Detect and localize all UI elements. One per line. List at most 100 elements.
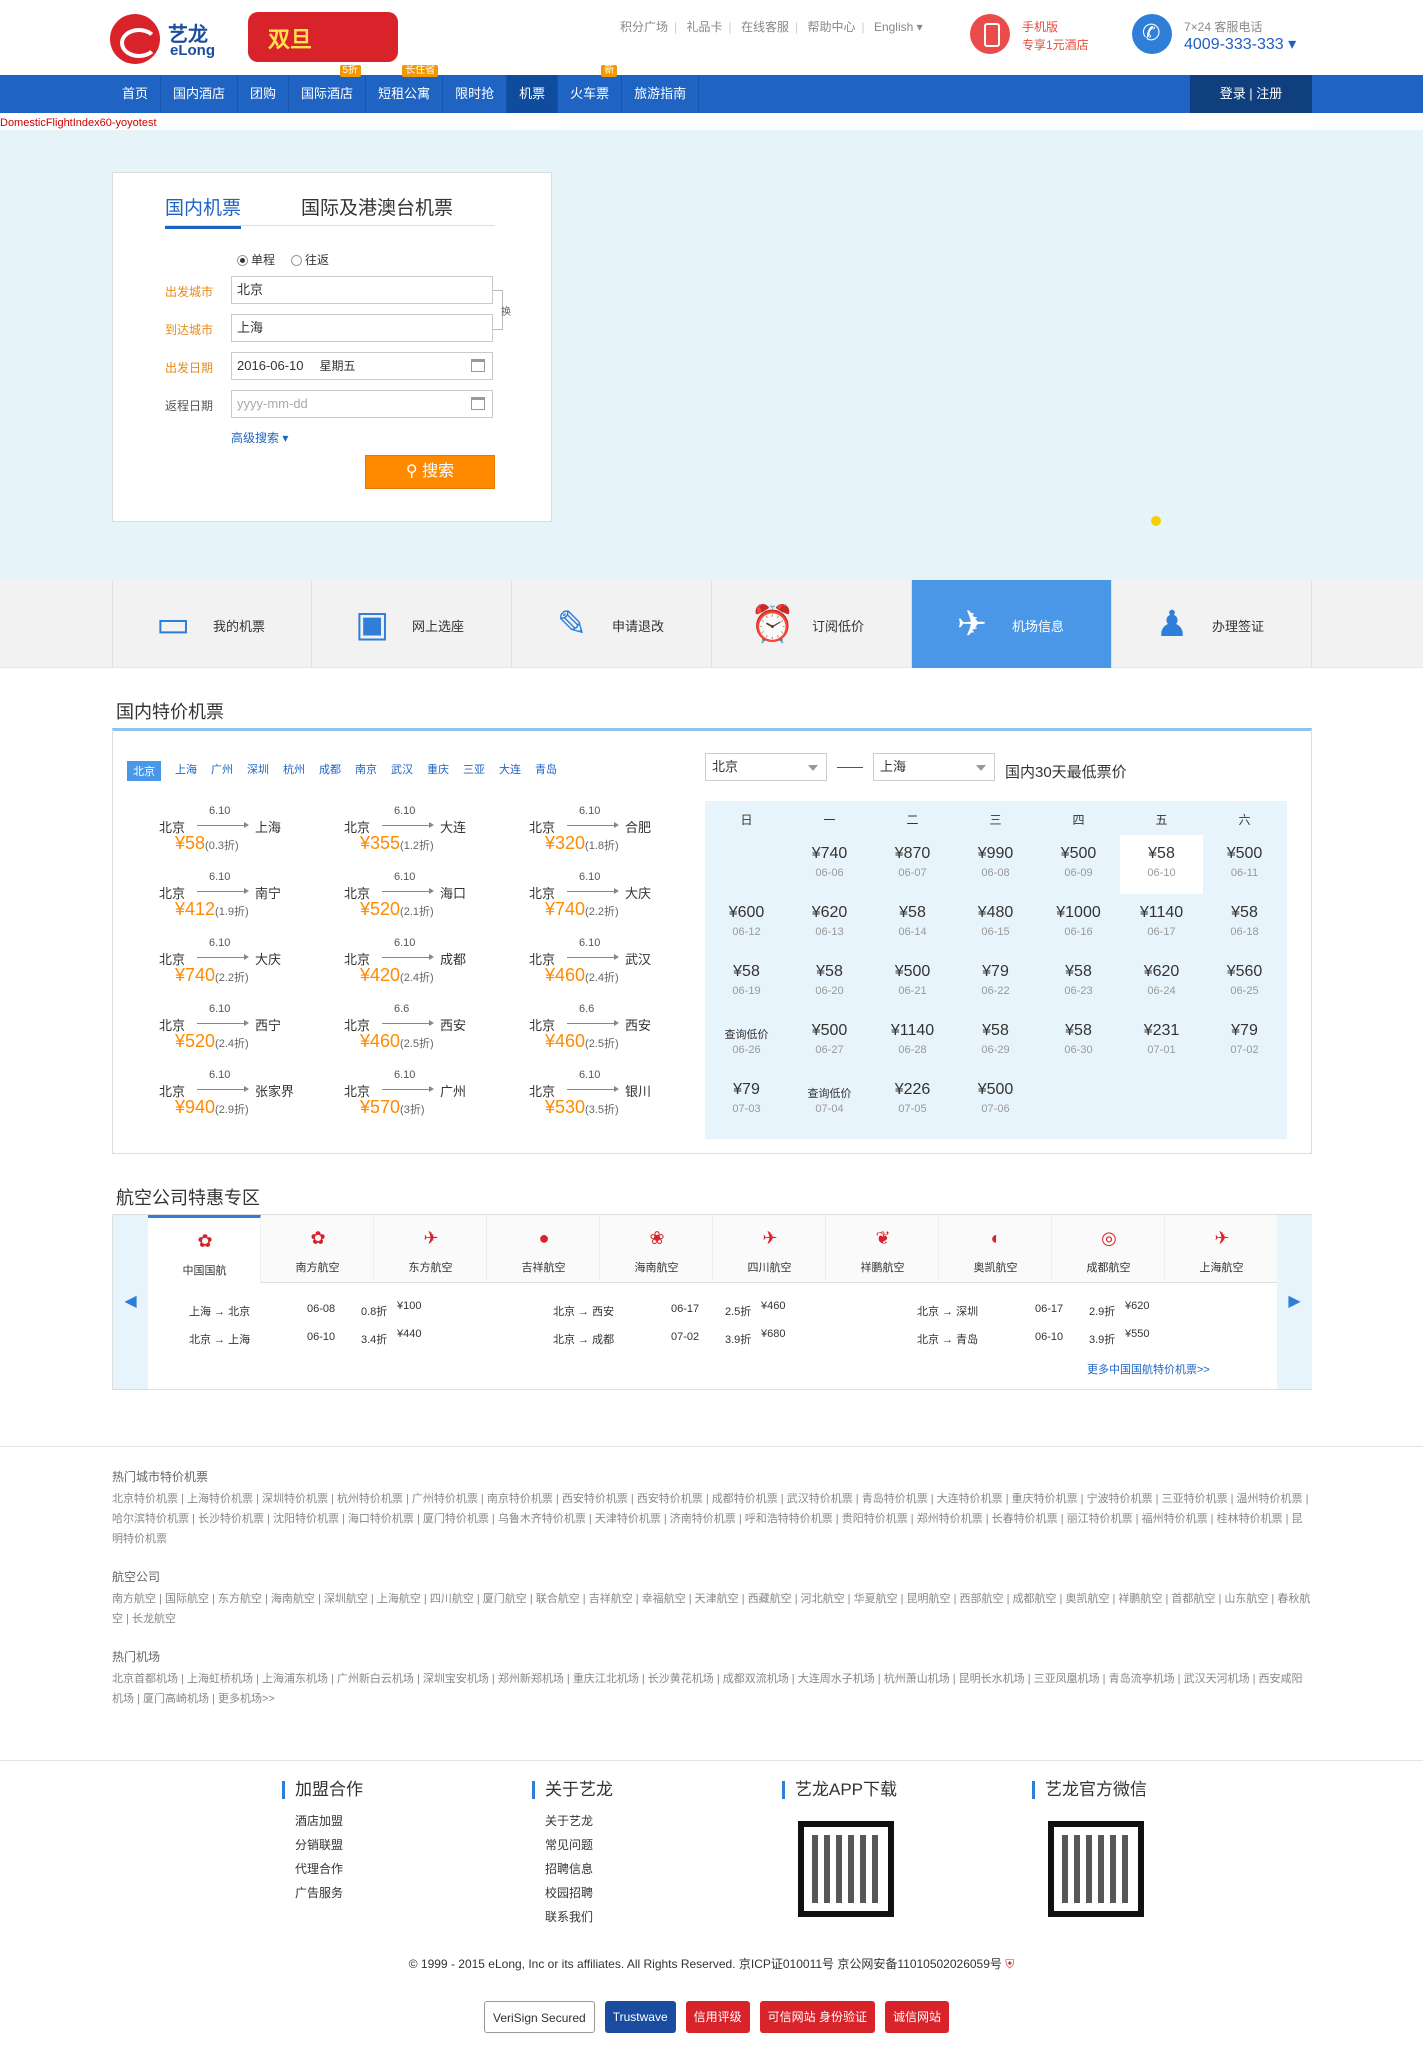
credit-rating-badge[interactable]: 信用评级 xyxy=(685,2001,750,2033)
footer-link[interactable]: 代理合作 xyxy=(295,1857,363,1881)
calendar-cell[interactable]: ¥500 06-09 xyxy=(1037,835,1120,894)
tab-intl-flights[interactable]: 国际及港澳台机票 xyxy=(301,193,453,226)
calendar-cell[interactable]: ¥58 06-14 xyxy=(871,894,954,953)
deal-item[interactable]: 北京 6.10 西宁 ¥520(2.4折) xyxy=(159,1003,319,1053)
calendar-cell[interactable]: ¥58 06-29 xyxy=(954,1012,1037,1071)
oneway-radio[interactable]: 单程 xyxy=(237,251,275,268)
hot-cities-links[interactable]: 北京特价机票 | 上海特价机票 | 深圳特价机票 | 杭州特价机票 | 广州特价… xyxy=(112,1489,1312,1549)
city-tab[interactable]: 青岛 xyxy=(535,761,557,781)
more-airline-deals-link[interactable]: 更多中国国航特价机票>> xyxy=(1087,1361,1210,1377)
nav-domestic-hotel[interactable]: 国内酒店 xyxy=(161,75,239,113)
service-seat-selection[interactable]: ▣ 网上选座 xyxy=(312,580,512,668)
service-airport-info[interactable]: ✈ 机场信息 xyxy=(912,580,1112,668)
calendar-cell[interactable]: ¥500 07-06 xyxy=(954,1071,1037,1130)
calendar-cell[interactable]: ¥1140 06-28 xyxy=(871,1012,954,1071)
toplink-help[interactable]: 帮助中心 xyxy=(807,20,855,34)
calendar-cell[interactable]: ¥560 06-25 xyxy=(1203,953,1286,1012)
calendar-cell[interactable]: ¥500 06-11 xyxy=(1203,835,1286,894)
airline-tab[interactable]: ◎ 成都航空 xyxy=(1052,1215,1165,1283)
city-tab[interactable]: 杭州 xyxy=(283,761,305,781)
calendar-cell[interactable]: ¥231 07-01 xyxy=(1120,1012,1203,1071)
calendar-cell[interactable]: ¥79 07-02 xyxy=(1203,1012,1286,1071)
depart-city-input[interactable]: 北京 xyxy=(231,276,493,304)
calendar-cell[interactable]: ¥58 06-30 xyxy=(1037,1012,1120,1071)
airline-flight-route[interactable]: 北京 → 深圳 xyxy=(917,1303,978,1319)
hot-airports-links[interactable]: 北京首都机场 | 上海虹桥机场 | 上海浦东机场 | 广州新白云机场 | 深圳宝… xyxy=(112,1669,1312,1709)
calendar-cell[interactable]: ¥500 06-21 xyxy=(871,953,954,1012)
service-my-tickets[interactable]: ▭ 我的机票 xyxy=(112,580,312,668)
elong-logo[interactable]: 艺龙 eLong xyxy=(110,14,230,64)
footer-link[interactable]: 关于艺龙 xyxy=(545,1809,613,1833)
next-arrow-icon[interactable]: ▶ xyxy=(1277,1215,1312,1389)
toplink-points[interactable]: 积分广场 xyxy=(620,20,668,34)
city-tab[interactable]: 南京 xyxy=(355,761,377,781)
city-tab[interactable]: 武汉 xyxy=(391,761,413,781)
tab-domestic-flights[interactable]: 国内机票 xyxy=(165,193,242,229)
calendar-cell[interactable]: ¥500 06-27 xyxy=(788,1012,871,1071)
calendar-cell[interactable]: ¥58 06-19 xyxy=(705,953,788,1012)
city-tab[interactable]: 上海 xyxy=(175,761,197,781)
city-tab[interactable]: 广州 xyxy=(211,761,233,781)
city-tab[interactable]: 大连 xyxy=(499,761,521,781)
trustwave-badge[interactable]: Trustwave xyxy=(604,2001,676,2033)
calendar-cell[interactable]: ¥990 06-08 xyxy=(954,835,1037,894)
calendar-cell[interactable]: ¥58 06-23 xyxy=(1037,953,1120,1012)
footer-link[interactable]: 酒店加盟 xyxy=(295,1809,363,1833)
calendar-cell[interactable]: ¥480 06-15 xyxy=(954,894,1037,953)
deal-item[interactable]: 北京 6.10 广州 ¥570(3折) xyxy=(344,1069,504,1119)
airline-tab[interactable]: ● 吉祥航空 xyxy=(487,1215,600,1283)
deal-item[interactable]: 北京 6.10 大庆 ¥740(2.2折) xyxy=(159,937,319,987)
deal-item[interactable]: 北京 6.6 西安 ¥460(2.5折) xyxy=(344,1003,504,1053)
nav-flash-sale[interactable]: 限时抢 xyxy=(443,75,508,113)
toplink-english[interactable]: English ▾ xyxy=(874,20,923,34)
deal-item[interactable]: 北京 6.10 合肥 ¥320(1.8折) xyxy=(529,805,689,855)
airline-tab[interactable]: ❦ 祥鹏航空 xyxy=(826,1215,939,1283)
calendar-cell[interactable]: ¥1140 06-17 xyxy=(1120,894,1203,953)
calendar-cell[interactable]: ¥226 07-05 xyxy=(871,1071,954,1130)
search-button[interactable]: ⚲ 搜索 xyxy=(365,455,495,489)
deal-item[interactable]: 北京 6.10 武汉 ¥460(2.4折) xyxy=(529,937,689,987)
nav-flights[interactable]: 机票 xyxy=(507,75,559,113)
city-tab[interactable]: 成都 xyxy=(319,761,341,781)
toplink-giftcard[interactable]: 礼品卡 xyxy=(686,20,722,34)
footer-link[interactable]: 分销联盟 xyxy=(295,1833,363,1857)
calendar-cell[interactable]: ¥58 06-20 xyxy=(788,953,871,1012)
prev-arrow-icon[interactable]: ◀ xyxy=(113,1215,148,1389)
verisign-badge[interactable]: VeriSign Secured xyxy=(484,2001,595,2033)
nav-apartment[interactable]: 短租公寓 长住省 xyxy=(366,65,444,113)
service-price-alert[interactable]: ⏰ 订阅低价 xyxy=(712,580,912,668)
deal-item[interactable]: 北京 6.10 大连 ¥355(1.2折) xyxy=(344,805,504,855)
nav-home[interactable]: 首页 xyxy=(110,75,162,113)
footer-link[interactable]: 常见问题 xyxy=(545,1833,613,1857)
footer-link[interactable]: 广告服务 xyxy=(295,1881,363,1905)
integrity-site-badge[interactable]: 诚信网站 xyxy=(885,2001,950,2033)
airline-tab[interactable]: ✿ 南方航空 xyxy=(261,1215,374,1283)
calendar-cell[interactable]: 查询低价 06-26 xyxy=(705,1012,788,1071)
airlines-links[interactable]: 南方航空 | 国际航空 | 东方航空 | 海南航空 | 深圳航空 | 上海航空 … xyxy=(112,1589,1312,1629)
deal-item[interactable]: 北京 6.10 南宁 ¥412(1.9折) xyxy=(159,871,319,921)
nav-intl-hotel[interactable]: 国际酒店 5折 xyxy=(289,65,367,113)
service-refund-change[interactable]: ✎ 申请退改 xyxy=(512,580,712,668)
deal-item[interactable]: 北京 6.10 张家界 ¥940(2.9折) xyxy=(159,1069,319,1119)
calendar-cell[interactable]: ¥79 06-22 xyxy=(954,953,1037,1012)
promo-banner[interactable]: 双旦 xyxy=(248,12,398,62)
return-date-input[interactable]: yyyy-mm-dd xyxy=(231,390,493,418)
arrive-city-input[interactable]: 上海 xyxy=(231,314,493,342)
airline-flight-route[interactable]: 上海 → 北京 xyxy=(189,1303,250,1319)
deal-item[interactable]: 北京 6.10 成都 ¥420(2.4折) xyxy=(344,937,504,987)
calendar-cell[interactable]: ¥58 06-10 xyxy=(1120,835,1203,894)
calendar-cell[interactable]: ¥870 06-07 xyxy=(871,835,954,894)
calendar-cell[interactable]: 查询低价 07-04 xyxy=(788,1071,871,1130)
footer-link[interactable]: 联系我们 xyxy=(545,1905,613,1929)
calendar-cell[interactable]: ¥600 06-12 xyxy=(705,894,788,953)
nav-travel-guide[interactable]: 旅游指南 xyxy=(622,75,700,113)
airline-tab[interactable]: ✈ 东方航空 xyxy=(374,1215,487,1283)
airline-flight-route[interactable]: 北京 → 西安 xyxy=(553,1303,614,1319)
carousel-dot[interactable] xyxy=(1151,516,1161,526)
toplink-service[interactable]: 在线客服 xyxy=(741,20,789,34)
deal-item[interactable]: 北京 6.6 西安 ¥460(2.5折) xyxy=(529,1003,689,1053)
airline-tab[interactable]: ✿ 中国国航 xyxy=(148,1215,261,1283)
login-register-button[interactable]: 登录 | 注册 xyxy=(1190,75,1312,113)
calendar-cell[interactable]: ¥1000 06-16 xyxy=(1037,894,1120,953)
calendar-cell[interactable]: ¥740 06-06 xyxy=(788,835,871,894)
